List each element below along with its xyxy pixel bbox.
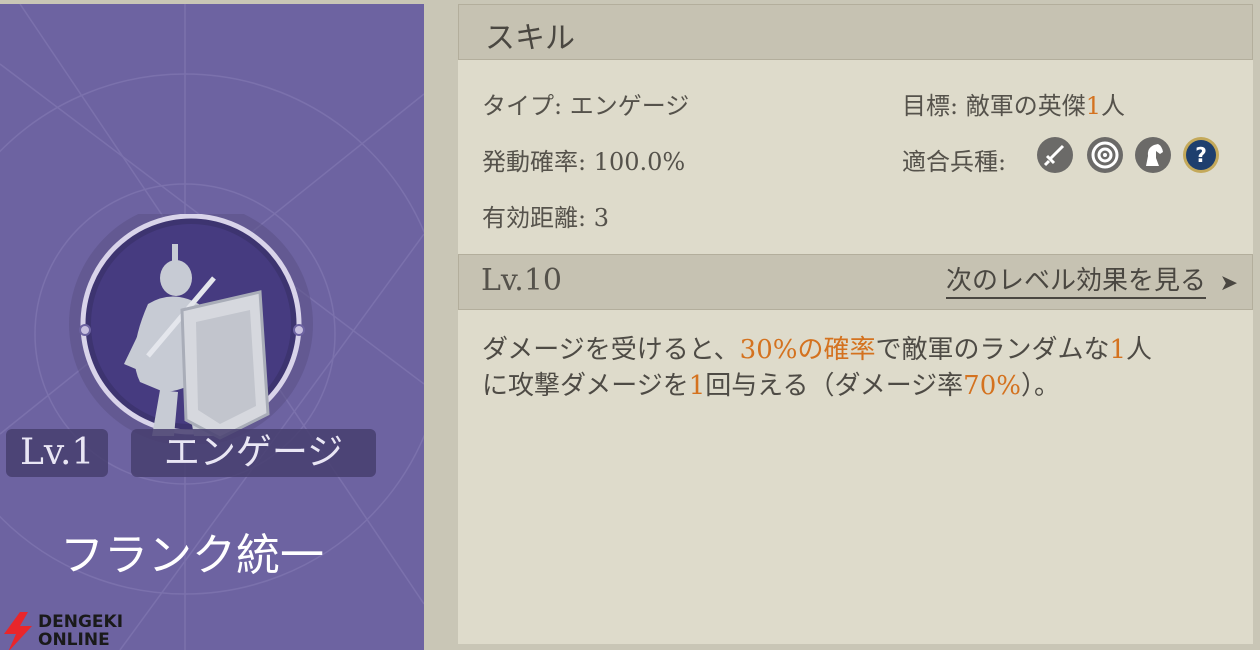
desc-highlight: 70% <box>963 371 1021 401</box>
skill-type: タイプ: エンゲージ <box>482 92 690 120</box>
skill-info-panel: スキル タイプ: エンゲージ 発動確率: 100.0% 有効距離: 3 目標: … <box>458 4 1253 644</box>
next-level-link[interactable]: 次のレベル効果を見る <box>945 265 1206 299</box>
question-icon[interactable]: ? <box>1182 136 1220 174</box>
target-icon[interactable] <box>1086 136 1124 174</box>
desc-text: 人 <box>1126 335 1153 365</box>
desc-highlight: 1 <box>688 371 706 401</box>
knight-emblem <box>69 214 313 444</box>
desc-text: 回与える（ダメージ率 <box>705 371 964 401</box>
watermark-line1: DENGEKI <box>38 612 124 632</box>
horse-icon[interactable] <box>1134 136 1172 174</box>
desc-highlight: 30%の確率 <box>739 335 876 365</box>
lightning-logo-icon <box>4 612 32 650</box>
skill-level-badge: Lv.1 <box>6 429 109 477</box>
skill-section-title: スキル <box>485 21 575 56</box>
desc-text: ダメージを受けると、 <box>482 335 740 365</box>
skill-section-header: スキル <box>458 4 1253 60</box>
sword-icon[interactable] <box>1036 136 1074 174</box>
svg-text:?: ? <box>1195 143 1207 167</box>
target: 目標: 敵軍の英傑1人 <box>902 86 1125 121</box>
unit-types-label: 適合兵種: <box>902 148 1007 176</box>
dengeki-online-logo: DENGEKI ONLINE <box>0 610 130 650</box>
desc-text: ）。 <box>1020 371 1060 401</box>
desc-text: で敵軍のランダムな <box>875 335 1110 365</box>
level-section-header: Lv.10 次のレベル効果を見る ➤ <box>458 254 1253 310</box>
skill-title: フランク統一 <box>60 530 324 581</box>
skill-card: Lv.1 エンゲージ フランク統一 DENGEKI ONLINE <box>0 4 424 650</box>
desc-highlight: 1 <box>1109 335 1127 365</box>
watermark-line2: ONLINE <box>38 630 110 650</box>
target-count: 1 <box>1085 92 1101 120</box>
skill-type-badge: エンゲージ <box>131 429 376 477</box>
effective-range: 有効距離: 3 <box>482 204 609 232</box>
chevron-right-icon[interactable]: ➤ <box>1220 271 1238 296</box>
target-suffix: 人 <box>1101 92 1125 120</box>
activation-rate: 発動確率: 100.0% <box>482 148 686 176</box>
level-label: Lv.10 <box>481 263 563 298</box>
skill-description: ダメージを受けると、30%の確率で敵軍のランダムな1人 に攻撃ダメージを1回与える… <box>482 332 1242 404</box>
target-prefix: 目標: 敵軍の英傑 <box>902 92 1086 120</box>
desc-text: に攻撃ダメージを <box>482 371 689 401</box>
